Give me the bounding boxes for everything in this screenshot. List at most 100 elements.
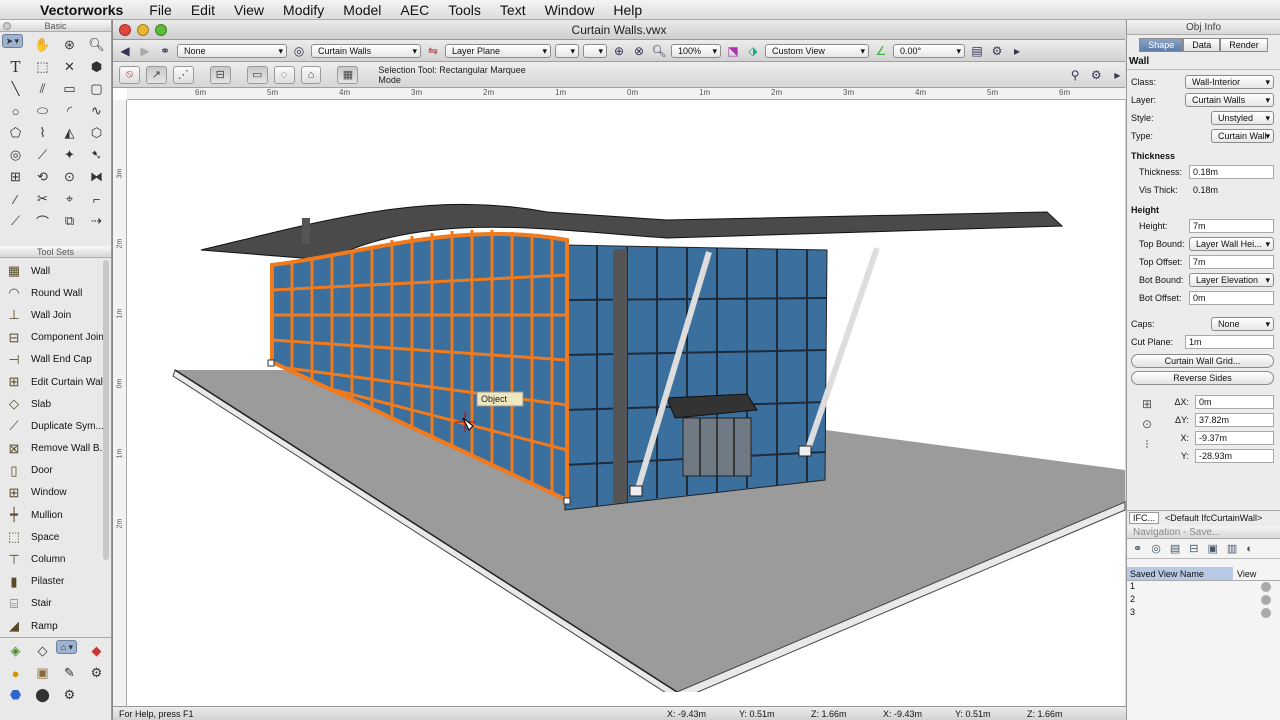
- single-object-icon[interactable]: ↗: [145, 65, 167, 84]
- viewports-icon[interactable]: ⊟: [1189, 542, 1198, 555]
- zoom-page-icon[interactable]: ⊗: [631, 43, 647, 59]
- attribute-tool-icon[interactable]: ⬢: [83, 56, 110, 78]
- 3d-view-icon[interactable]: ⬗: [745, 43, 761, 59]
- layers-icon[interactable]: ◎: [291, 43, 307, 59]
- polyline-tool-icon[interactable]: ⌇: [29, 122, 56, 144]
- building-toolset-icon[interactable]: ⌂: [56, 640, 77, 655]
- transform-mode-icon[interactable]: ⊟: [209, 65, 231, 84]
- flyover-tool-icon[interactable]: ⊛: [56, 34, 83, 56]
- eyedropper-tool-icon[interactable]: ⟋: [29, 144, 56, 166]
- standard-views-icon[interactable]: ⬔: [725, 43, 741, 59]
- expand-arrow-icon[interactable]: ▸: [1009, 43, 1025, 59]
- tool-mullion[interactable]: ┿ Mullion: [0, 504, 111, 526]
- class-icon[interactable]: ⚭: [157, 43, 173, 59]
- toolsets-scrollbar[interactable]: [103, 260, 109, 560]
- tab-render[interactable]: Render: [1220, 38, 1268, 52]
- tool-round-wall[interactable]: ◠ Round Wall: [0, 282, 111, 304]
- mirror-tool-icon[interactable]: ⧓: [83, 166, 110, 188]
- tool-wall-join[interactable]: ⊥ Wall Join: [0, 304, 111, 326]
- dims-toolset-icon[interactable]: ◇: [29, 640, 56, 662]
- ifc-button[interactable]: IFC...: [1129, 511, 1159, 524]
- tool-wall[interactable]: ▦ Wall: [0, 260, 111, 282]
- menu-edit[interactable]: Edit: [191, 2, 215, 18]
- clip-tool-icon[interactable]: ⧉: [56, 210, 83, 232]
- tool-remove-wall-break[interactable]: ⊠ Remove Wall B...: [0, 438, 111, 460]
- caps-dropdown[interactable]: None: [1211, 317, 1274, 331]
- menu-modify[interactable]: Modify: [283, 2, 324, 18]
- menu-view[interactable]: View: [234, 2, 264, 18]
- chamfer-tool-icon[interactable]: ⌒: [29, 210, 56, 232]
- tab-data[interactable]: Data: [1183, 38, 1221, 52]
- top-ruler[interactable]: 6m 5m 4m 3m 2m 1m 0m 1m 2m 3m 4m 5m 6m: [127, 88, 1126, 100]
- design-layers-icon[interactable]: ◎: [1151, 542, 1161, 555]
- thickness-field[interactable]: 0.18m: [1189, 165, 1274, 179]
- menu-text[interactable]: Text: [500, 2, 526, 18]
- menu-window[interactable]: Window: [545, 2, 595, 18]
- circle-tool-icon[interactable]: ○: [2, 100, 29, 122]
- connect-tool-icon[interactable]: ⟋: [2, 210, 29, 232]
- multiple-reshape-icon[interactable]: ⋰: [172, 65, 194, 84]
- fillet-tool-icon[interactable]: ⌐: [83, 188, 110, 210]
- saved-view-dropdown[interactable]: Custom View: [765, 43, 869, 58]
- arc-tool-icon[interactable]: ◜: [56, 100, 83, 122]
- rectangular-marquee-icon[interactable]: ▭: [246, 65, 268, 84]
- view-column[interactable]: View: [1233, 567, 1280, 580]
- list-item[interactable]: 2: [1127, 594, 1280, 607]
- tool-duplicate-symbol[interactable]: ⟋ Duplicate Sym...: [0, 415, 111, 437]
- menu-app-name[interactable]: Vectorworks: [40, 2, 123, 18]
- delta-y-field[interactable]: 37.82m: [1195, 413, 1274, 427]
- x-tool-icon[interactable]: ✕: [56, 56, 83, 78]
- textures-toolset-icon[interactable]: ⬤: [29, 684, 56, 706]
- tool-ramp[interactable]: ◢ Ramp: [0, 615, 111, 637]
- spiral-tool-icon[interactable]: ◎: [2, 144, 29, 166]
- selection-handle-left[interactable]: [267, 359, 275, 367]
- menu-model[interactable]: Model: [343, 2, 381, 18]
- zoom-window-icon[interactable]: [155, 24, 167, 36]
- regular-polygon-tool-icon[interactable]: ⬡: [83, 122, 110, 144]
- detail-toolset-icon[interactable]: ✎: [56, 662, 83, 684]
- menu-tools[interactable]: Tools: [448, 2, 481, 18]
- cut-plane-field[interactable]: 1m: [1185, 335, 1274, 349]
- left-ruler[interactable]: 3m 2m 1m 0m 1m 2m: [113, 100, 127, 706]
- move-tool-icon[interactable]: ⊞: [2, 166, 29, 188]
- class-options-icon[interactable]: ⚙: [989, 43, 1005, 59]
- tool-component-join[interactable]: ⊟ Component Join: [0, 327, 111, 349]
- lighting-toolset-icon[interactable]: ●: [2, 662, 29, 684]
- view-toggle-icon[interactable]: [1261, 582, 1271, 592]
- plan-rotation-field[interactable]: 0.00°: [893, 43, 965, 58]
- menu-file[interactable]: File: [149, 2, 172, 18]
- angle-icon[interactable]: ∠: [873, 43, 889, 59]
- freehand-tool-icon[interactable]: ∿: [83, 100, 110, 122]
- grid-position-icon[interactable]: ⊞: [1142, 397, 1152, 411]
- magic-wand-tool-icon[interactable]: ✦: [56, 144, 83, 166]
- saved-view-name-column[interactable]: Saved View Name: [1127, 567, 1233, 580]
- lasso-marquee-icon[interactable]: ◌: [273, 65, 295, 84]
- view-toggle-icon[interactable]: [1261, 608, 1271, 618]
- navigation-options-icon[interactable]: ◐: [1246, 543, 1253, 555]
- x-field[interactable]: -9.37m: [1195, 431, 1274, 445]
- tool-door[interactable]: ▯ Door: [0, 460, 111, 482]
- line-tool-icon[interactable]: ╲: [2, 78, 29, 100]
- mode-expand-icon[interactable]: ▸: [1110, 67, 1125, 83]
- style-dropdown[interactable]: Unstyled: [1211, 111, 1274, 125]
- height-field[interactable]: 7m: [1189, 219, 1274, 233]
- preferences-icon[interactable]: ▦: [337, 65, 359, 84]
- text-tool-icon[interactable]: T: [2, 56, 29, 78]
- double-line-tool-icon[interactable]: ⫽: [29, 78, 56, 100]
- bot-bound-dropdown[interactable]: Layer Elevation: [1189, 273, 1274, 287]
- curtain-wall-grid-button[interactable]: Curtain Wall Grid...: [1131, 354, 1274, 368]
- layer-plane-dropdown[interactable]: Layer Plane: [445, 43, 551, 58]
- oval-tool-icon[interactable]: ⬭: [29, 100, 56, 122]
- machine-toolset-icon[interactable]: ⚙: [83, 662, 110, 684]
- tool-column[interactable]: ⊤ Column: [0, 548, 111, 570]
- list-item[interactable]: 1: [1127, 581, 1280, 594]
- menu-help[interactable]: Help: [613, 2, 642, 18]
- combine-tool-icon[interactable]: ⇢: [83, 210, 110, 232]
- zoom-tool-icon[interactable]: 🔍︎: [83, 34, 110, 56]
- selection-tool-icon[interactable]: ➤: [2, 34, 23, 48]
- saved-views-icon[interactable]: ▣: [1207, 542, 1217, 555]
- list-item[interactable]: 3: [1127, 607, 1280, 620]
- references-icon[interactable]: ▥: [1227, 542, 1237, 555]
- offset-tool-icon[interactable]: ⊙: [56, 166, 83, 188]
- drawing-area[interactable]: 6m 5m 4m 3m 2m 1m 0m 1m 2m 3m 4m 5m 6m 3…: [113, 88, 1126, 706]
